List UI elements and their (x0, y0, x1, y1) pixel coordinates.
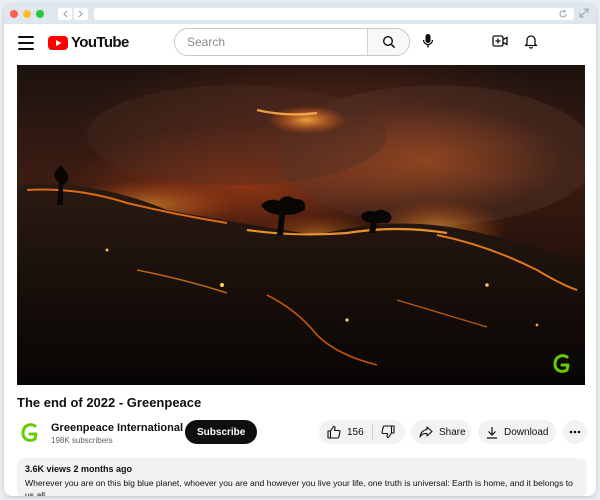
chevron-right-icon (78, 10, 83, 18)
more-horizontal-icon (569, 430, 581, 434)
thumbs-down-icon (381, 425, 395, 439)
subscribe-button[interactable]: Subscribe (185, 420, 258, 444)
browser-window: YouTube Search The end of 2022 - Greenpe… (4, 4, 596, 496)
video-player[interactable] (17, 65, 585, 385)
logo-text: YouTube (71, 34, 129, 51)
chevron-left-icon (63, 10, 68, 18)
share-arrow-icon (419, 426, 433, 438)
more-actions-button[interactable] (563, 420, 587, 444)
like-dislike-group: 156 (319, 420, 405, 444)
channel-avatar[interactable] (17, 420, 43, 446)
search-bar (174, 28, 410, 56)
video-frame-forest-fire (17, 85, 585, 385)
subscriber-count: 198K subscribers (51, 436, 113, 445)
create-video-icon[interactable] (492, 34, 508, 48)
notifications-bell-icon[interactable] (524, 33, 538, 49)
youtube-play-logo-icon (48, 35, 68, 50)
minimize-window-button[interactable] (23, 10, 31, 18)
menu-icon[interactable] (18, 36, 34, 50)
address-bar[interactable] (94, 8, 574, 20)
browser-toolbar (4, 4, 596, 24)
channel-row: Greenpeace International 198K subscriber… (17, 418, 587, 452)
back-button[interactable] (58, 8, 72, 20)
greenpeace-logo-icon (21, 423, 38, 442)
youtube-header: YouTube (4, 24, 596, 66)
search-icon (382, 35, 395, 49)
window-controls (10, 10, 44, 18)
like-count: 156 (347, 426, 364, 438)
search-input[interactable] (175, 29, 367, 55)
share-button[interactable]: Share (411, 420, 471, 444)
thumbs-up-icon (327, 425, 341, 439)
close-window-button[interactable] (10, 10, 18, 18)
like-button[interactable]: 156 (319, 420, 372, 444)
download-icon (487, 426, 497, 439)
description-text: Wherever you are on this big blue planet… (25, 478, 573, 496)
share-label: Share (439, 426, 466, 438)
download-label: Download (504, 426, 549, 438)
download-button[interactable]: Download (478, 420, 556, 444)
description-box[interactable]: 3.6K views 2 months ago Wherever you are… (17, 458, 587, 496)
search-button[interactable] (367, 29, 409, 55)
video-title: The end of 2022 - Greenpeace (17, 395, 202, 410)
forward-button[interactable] (74, 8, 88, 20)
maximize-window-button[interactable] (36, 10, 44, 18)
greenpeace-watermark-logo (553, 354, 570, 373)
dislike-button[interactable] (373, 420, 403, 444)
reload-icon[interactable] (558, 9, 568, 19)
view-count-and-date: 3.6K views 2 months ago (25, 464, 133, 474)
microphone-icon[interactable] (422, 33, 434, 49)
youtube-logo[interactable]: YouTube (48, 34, 129, 51)
channel-name[interactable]: Greenpeace International (51, 422, 183, 434)
expand-icon[interactable] (579, 8, 589, 18)
